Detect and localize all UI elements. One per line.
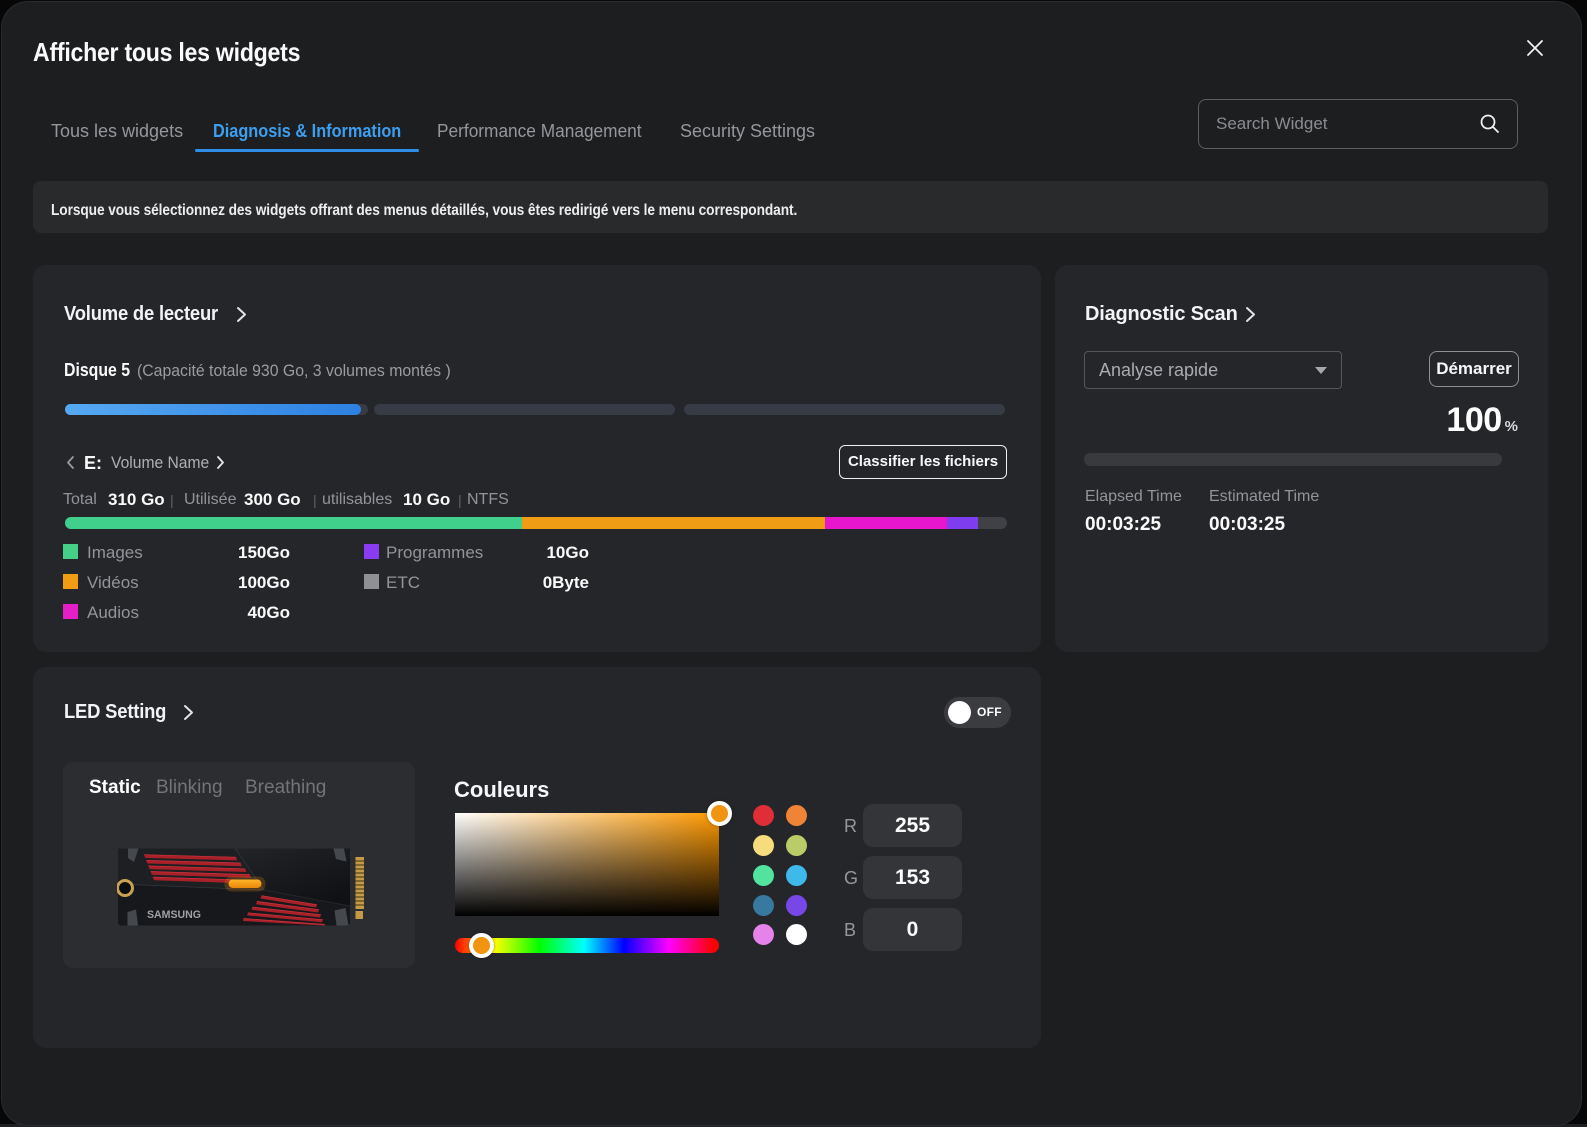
- svg-text:SAMSUNG: SAMSUNG: [147, 909, 201, 921]
